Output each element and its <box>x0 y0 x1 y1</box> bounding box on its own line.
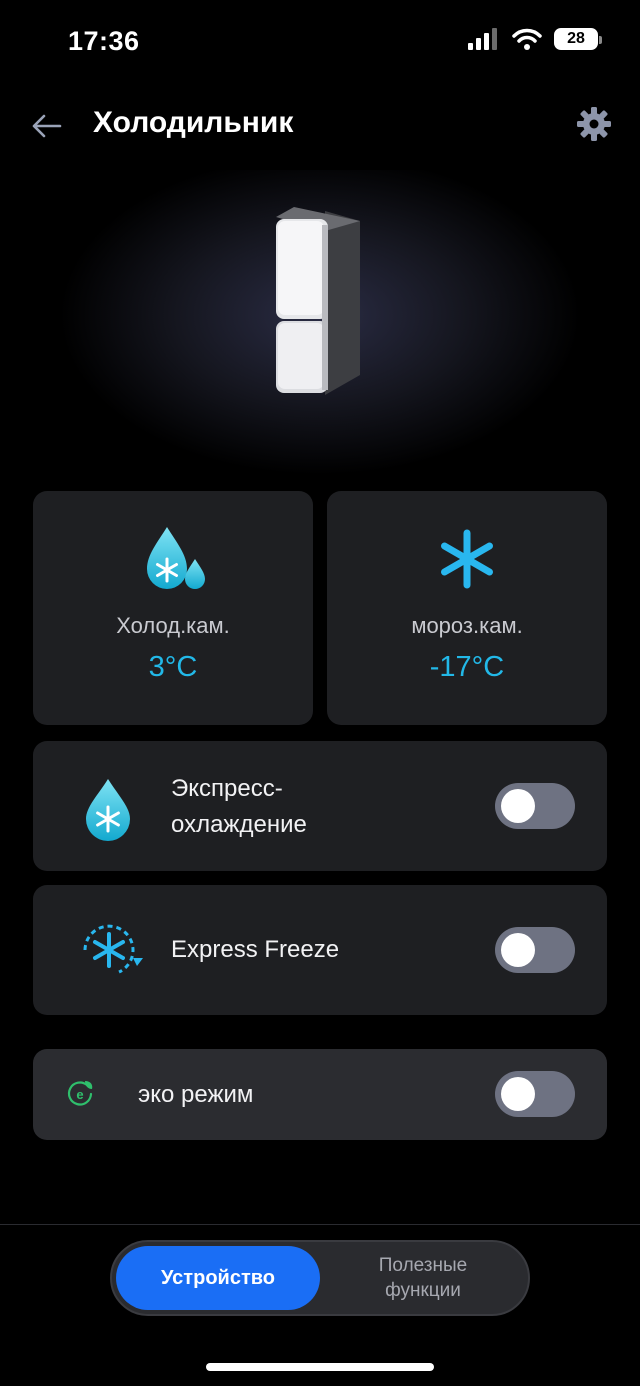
back-arrow-icon[interactable] <box>26 106 66 146</box>
fridge-image <box>276 207 360 395</box>
zone-temperature: 3°C <box>148 651 198 683</box>
fridge-zone-card[interactable]: Холод.кам. 3°C <box>33 491 313 725</box>
page-title: Холодильник <box>93 106 294 139</box>
tab-label-line-2: функции <box>385 1280 461 1301</box>
express-freeze-row: Express Freeze <box>33 885 607 1015</box>
battery-icon: 28 <box>554 28 602 50</box>
drop-snowflake-icon <box>86 779 130 841</box>
toggle-knob <box>501 789 535 823</box>
bottom-segmented-control: Устройство Полезные функции <box>110 1240 530 1316</box>
status-time: 17:36 <box>68 26 140 56</box>
snowflake-icon <box>441 529 493 589</box>
express-cooling-toggle[interactable] <box>495 783 575 829</box>
toggle-knob <box>501 933 535 967</box>
freezer-zone-card[interactable]: мороз.кам. -17°C <box>327 491 607 725</box>
tab-device[interactable]: Устройство <box>116 1246 320 1310</box>
express-cooling-label: Экспресс- охлаждение <box>171 771 307 843</box>
express-cooling-row: Экспресс- охлаждение <box>33 741 607 871</box>
water-drop-snowflake-icon <box>147 527 205 589</box>
label-line-2: охлаждение <box>171 811 307 838</box>
eco-leaf-icon: e <box>67 1081 93 1106</box>
freeze-cycle-icon <box>83 924 143 974</box>
home-indicator[interactable] <box>206 1363 434 1371</box>
header: Холодильник <box>0 80 640 170</box>
zone-label: Холод.кам. <box>116 613 230 638</box>
zone-label: мороз.кам. <box>411 613 523 638</box>
eco-mode-label: эко режим <box>138 1081 254 1108</box>
express-freeze-toggle[interactable] <box>495 927 575 973</box>
eco-mode-toggle[interactable] <box>495 1071 575 1117</box>
status-icons: 28 <box>468 28 602 50</box>
tab-label-line-1: Полезные <box>378 1255 468 1276</box>
tab-useful-functions[interactable]: Полезные функции <box>324 1246 522 1310</box>
battery-level: 28 <box>567 30 585 47</box>
zone-temperature: -17°C <box>429 651 505 683</box>
label-line-1: Экспресс- <box>171 775 283 802</box>
wifi-icon <box>512 28 542 50</box>
signal-icon <box>468 28 497 50</box>
gear-icon[interactable] <box>576 106 612 142</box>
device-hero <box>0 170 640 485</box>
eco-mode-row: e эко режим <box>33 1049 607 1140</box>
toggle-knob <box>501 1077 535 1111</box>
status-bar: 17:36 28 <box>0 0 640 80</box>
svg-text:e: e <box>76 1087 83 1102</box>
bottom-divider <box>0 1224 640 1225</box>
express-freeze-label: Express Freeze <box>171 936 340 963</box>
